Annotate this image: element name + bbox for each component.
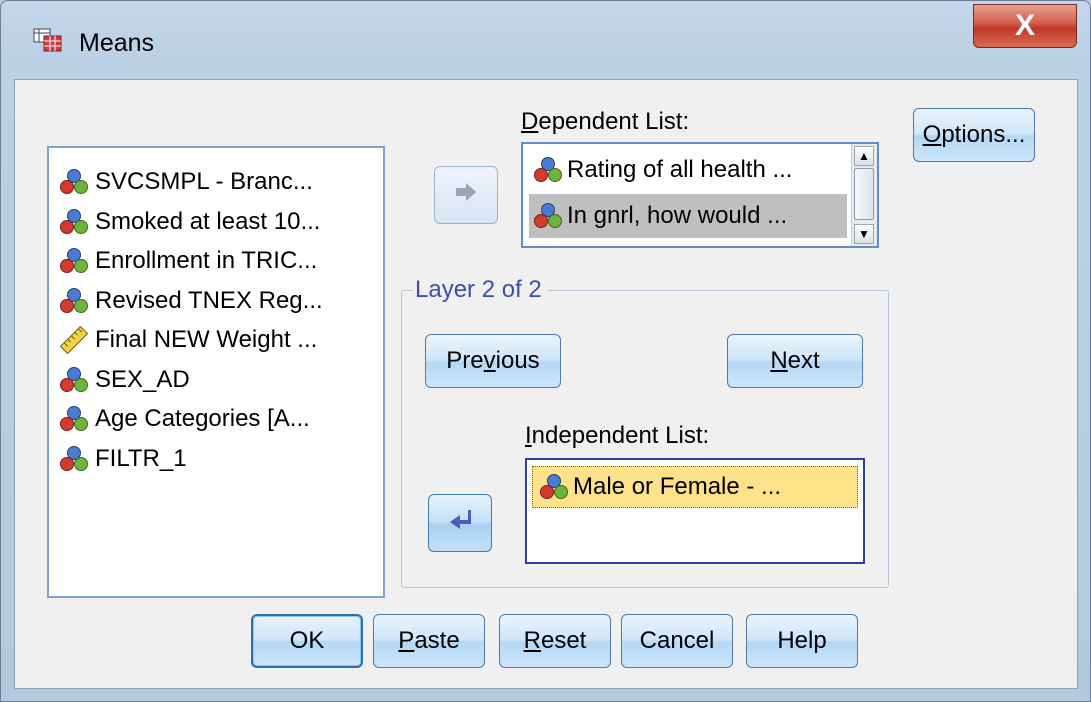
- previous-button[interactable]: Pre v ious: [425, 334, 561, 388]
- help-button[interactable]: Help: [746, 614, 858, 668]
- nominal-variable-icon: [539, 473, 569, 501]
- move-to-dependent-button[interactable]: [434, 166, 498, 224]
- independent-list[interactable]: Male or Female - ...: [525, 458, 865, 564]
- source-variable-item[interactable]: SVCSMPL - Branc...: [59, 166, 313, 198]
- nominal-variable-icon: [59, 405, 89, 433]
- options-button[interactable]: Options...: [913, 108, 1035, 162]
- ok-button[interactable]: OK: [251, 614, 363, 668]
- source-variable-item[interactable]: FILTR_1: [59, 443, 187, 475]
- paste-button[interactable]: Paste: [373, 614, 485, 668]
- dependent-item[interactable]: Rating of all health ...: [529, 148, 847, 192]
- window-title: Means: [79, 29, 155, 57]
- dialog-body: SVCSMPL - Branc... Smoked at least 10... E…: [14, 79, 1078, 689]
- nominal-variable-icon: [59, 208, 89, 236]
- source-variable-item[interactable]: Final NEW Weight ...: [59, 324, 317, 356]
- nominal-variable-icon: [533, 156, 563, 184]
- arrow-right-icon: [454, 181, 478, 209]
- nominal-variable-icon: [59, 445, 89, 473]
- means-dialog-window: Means X SVCSMPL - Branc... Smoked at leas…: [0, 0, 1091, 702]
- means-app-icon: [33, 27, 63, 53]
- dependent-list[interactable]: Rating of all health ... In gnrl, how wo…: [521, 142, 879, 248]
- close-button[interactable]: X: [973, 4, 1077, 48]
- source-variable-item[interactable]: Revised TNEX Reg...: [59, 285, 323, 317]
- scroll-thumb[interactable]: [854, 168, 874, 220]
- source-variable-item[interactable]: Smoked at least 10...: [59, 206, 320, 238]
- title-bar[interactable]: Means X: [1, 1, 1090, 79]
- dependent-scrollbar[interactable]: ▲ ▼: [851, 144, 877, 246]
- next-button[interactable]: Next: [727, 334, 863, 388]
- nominal-variable-icon: [59, 247, 89, 275]
- reset-button[interactable]: Reset: [499, 614, 611, 668]
- scroll-down-icon[interactable]: ▼: [854, 224, 874, 244]
- layer-legend: Layer 2 of 2: [413, 276, 548, 304]
- nominal-variable-icon: [533, 202, 563, 230]
- source-variable-item[interactable]: Age Categories [A...: [59, 403, 310, 435]
- dependent-list-label: Dependent List:: [521, 108, 690, 135]
- cancel-button[interactable]: Cancel: [621, 614, 733, 668]
- source-variable-item[interactable]: SEX_AD: [59, 364, 190, 396]
- nominal-variable-icon: [59, 366, 89, 394]
- scroll-up-icon[interactable]: ▲: [854, 146, 874, 166]
- source-variable-item[interactable]: Enrollment in TRIC...: [59, 245, 317, 277]
- independent-item[interactable]: Male or Female - ...: [532, 466, 858, 508]
- nominal-variable-icon: [59, 287, 89, 315]
- independent-list-label: Independent List:: [525, 422, 710, 449]
- arrow-left-icon: [448, 509, 472, 538]
- scale-variable-icon: [59, 325, 89, 355]
- source-variable-list[interactable]: SVCSMPL - Branc... Smoked at least 10... E…: [47, 146, 385, 598]
- dependent-item[interactable]: In gnrl, how would ...: [529, 194, 847, 238]
- close-icon: X: [1014, 9, 1035, 42]
- nominal-variable-icon: [59, 168, 89, 196]
- move-to-independent-button[interactable]: [428, 494, 492, 552]
